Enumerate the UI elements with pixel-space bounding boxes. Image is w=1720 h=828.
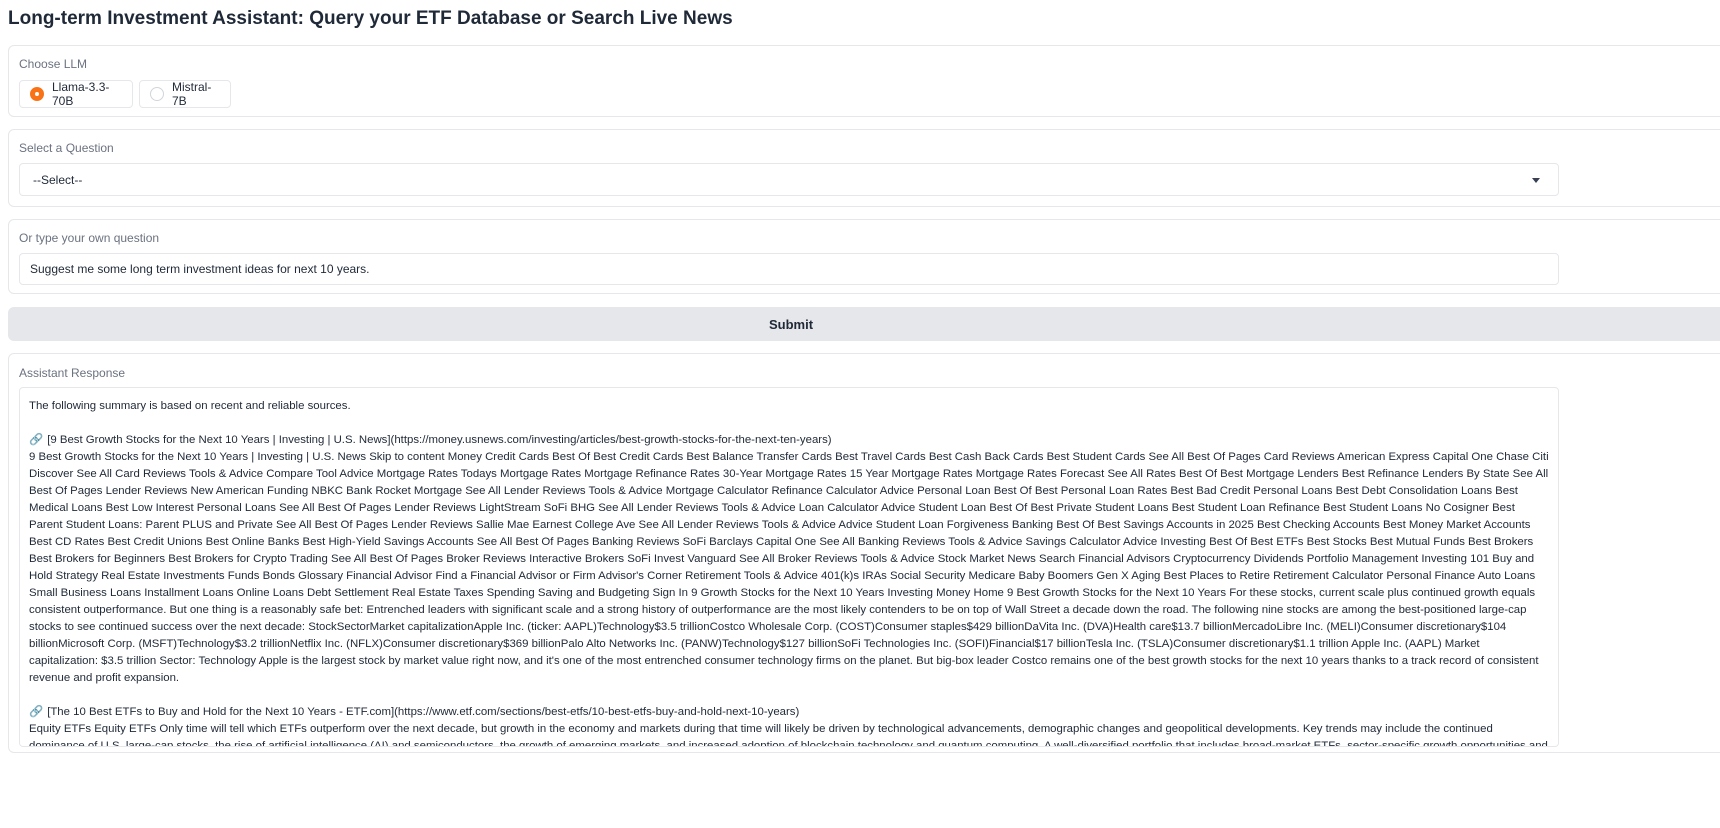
question-select-label: Select a Question — [19, 141, 114, 155]
chevron-down-icon — [1532, 178, 1540, 183]
response-panel: Assistant Response The following summary… — [8, 353, 1720, 753]
llm-choice-label: Choose LLM — [19, 57, 88, 71]
source-body: 9 Best Growth Stocks for the Next 10 Yea… — [29, 451, 1549, 684]
radio-checked-icon — [30, 87, 44, 101]
own-question-panel: Or type your own question — [8, 219, 1720, 294]
radio-option-label: Llama-3.3-70B — [52, 80, 110, 108]
radio-option-label: Mistral-7B — [172, 80, 212, 108]
response-source: 🔗 [The 10 Best ETFs to Buy and Hold for t… — [29, 704, 1549, 747]
own-question-input[interactable] — [19, 253, 1559, 285]
response-intro: The following summary is based on recent… — [29, 400, 351, 412]
own-question-label: Or type your own question — [19, 231, 160, 245]
link-icon: 🔗 — [29, 706, 44, 718]
question-select-panel: Select a Question --Select-- — [8, 129, 1720, 207]
source-title: [The 10 Best ETFs to Buy and Hold for th… — [47, 706, 800, 718]
radio-unchecked-icon — [150, 87, 164, 101]
source-title: [9 Best Growth Stocks for the Next 10 Ye… — [47, 434, 832, 446]
response-source: 🔗 [9 Best Growth Stocks for the Next 10 Y… — [29, 432, 1549, 687]
radio-option-mistral[interactable]: Mistral-7B — [139, 80, 231, 108]
source-body: Equity ETFs Equity ETFs Only time will t… — [29, 723, 1548, 747]
response-label: Assistant Response — [19, 366, 126, 380]
response-textbox[interactable]: The following summary is based on recent… — [19, 387, 1559, 747]
page-title: Long-term Investment Assistant: Query yo… — [8, 8, 733, 29]
question-dropdown[interactable]: --Select-- — [19, 163, 1559, 196]
radio-option-llama[interactable]: Llama-3.3-70B — [19, 80, 133, 108]
submit-button[interactable]: Submit — [8, 307, 1720, 341]
link-icon: 🔗 — [29, 434, 44, 446]
question-dropdown-value: --Select-- — [33, 172, 83, 187]
source-title-line: 🔗 [9 Best Growth Stocks for the Next 10 Y… — [29, 432, 1549, 449]
source-title-line: 🔗 [The 10 Best ETFs to Buy and Hold for t… — [29, 704, 1549, 721]
llm-choice-panel: Choose LLM Llama-3.3-70B Mistral-7B — [8, 45, 1720, 117]
